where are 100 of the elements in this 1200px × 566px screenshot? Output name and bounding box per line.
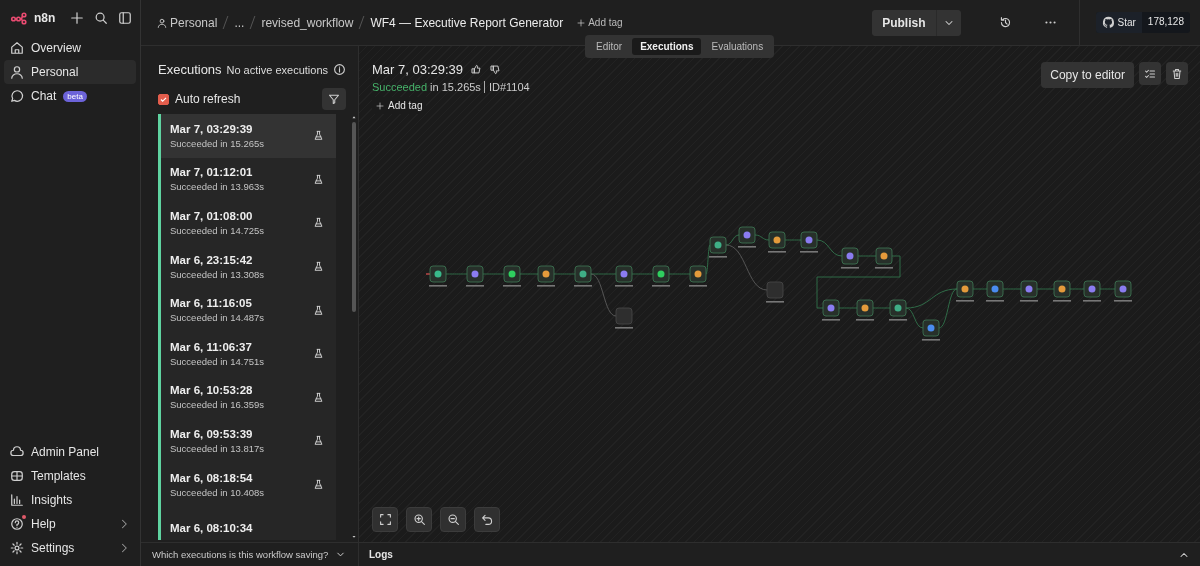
nav-item[interactable]: Personal <box>4 60 136 84</box>
plus-icon <box>577 18 586 27</box>
user-icon <box>157 17 167 28</box>
fit-icon <box>378 513 392 526</box>
filter-button[interactable] <box>322 88 346 110</box>
checklist-icon <box>1144 67 1156 80</box>
zoom-in-icon <box>412 513 426 526</box>
execution-status: Succeeded in 15.265s <box>170 137 265 149</box>
github-star-button[interactable]: Star 178,128 <box>1095 12 1190 33</box>
star-count: 178,128 <box>1146 15 1185 29</box>
execution-time: Mar 6, 08:10:34 <box>170 522 253 535</box>
execution-item[interactable]: Mar 6, 11:16:05 Succeeded in 14.487s <box>161 288 336 332</box>
check-icon <box>159 94 168 104</box>
execution-time: Mar 7, 01:08:00 <box>170 210 254 222</box>
view-tab[interactable]: Editor <box>588 38 631 55</box>
execution-summary: Succeeded in 15.265s ID#1104 <box>372 81 530 93</box>
zoom-out-icon <box>446 513 460 526</box>
add-tag-button[interactable]: Add tag <box>577 17 623 28</box>
nav-item[interactable]: Templates <box>4 464 136 488</box>
checkbox-label: Auto refresh <box>175 92 241 106</box>
flask-icon <box>313 391 324 403</box>
view-tab[interactable]: Executions <box>632 38 702 55</box>
search-icon[interactable] <box>94 11 108 25</box>
nav-item[interactable]: Insights <box>4 488 136 512</box>
nav-item[interactable]: Chat beta <box>4 84 136 108</box>
fit-view-button[interactable] <box>372 507 398 532</box>
plus-icon[interactable] <box>70 11 84 25</box>
settings-icon <box>10 541 24 555</box>
breadcrumb-link[interactable]: revised_workflow <box>261 15 354 30</box>
execution-item[interactable]: Mar 7, 01:12:01 Succeeded in 13.963s <box>161 157 336 202</box>
thumbs-up-icon[interactable] <box>471 64 483 75</box>
nav-item[interactable]: Settings <box>4 536 136 560</box>
cloud-icon <box>10 445 24 459</box>
zoom-in-button[interactable] <box>406 507 432 532</box>
execution-time: Mar 7, 03:29:39 <box>170 122 254 135</box>
execution-title: Mar 7, 03:29:39 <box>372 62 464 77</box>
help-icon <box>10 517 24 531</box>
execution-time: Mar 6, 23:15:42 <box>170 253 254 266</box>
auto-refresh-checkbox[interactable] <box>158 93 169 105</box>
logo-icon <box>8 10 30 26</box>
nav-item[interactable]: Overview <box>4 36 136 60</box>
flask-icon <box>313 217 324 229</box>
scroll-down-icon <box>351 534 357 540</box>
execution-time: Mar 6, 08:18:54 <box>170 471 254 484</box>
execution-item[interactable]: Mar 6, 08:18:54 Succeeded in 10.408s <box>161 462 336 507</box>
info-icon[interactable] <box>333 63 346 76</box>
sidebar-toggle-icon[interactable] <box>118 11 132 25</box>
execution-status: Succeeded in 16.359s <box>170 399 265 411</box>
workflow-title[interactable]: WF4 — Executive Report Generator <box>370 15 564 30</box>
publish-button[interactable]: Publish <box>872 9 937 36</box>
execution-time: Mar 6, 10:53:28 <box>170 384 254 397</box>
scrollbar-thumb[interactable] <box>352 122 356 312</box>
nav-item[interactable]: Admin Panel <box>4 440 136 464</box>
undo-icon <box>480 513 494 526</box>
breadcrumb-link[interactable]: ... <box>234 15 245 30</box>
logs-label: Logs <box>369 549 393 560</box>
history-icon[interactable] <box>998 16 1012 29</box>
zoom-out-button[interactable] <box>440 507 466 532</box>
panel-title: Executions <box>158 62 222 77</box>
home-icon <box>10 41 24 55</box>
chart-icon <box>10 493 24 507</box>
execution-status: Succeeded in 10.408s <box>170 486 265 498</box>
flask-icon <box>313 304 324 316</box>
breadcrumb-link[interactable]: Personal <box>157 15 218 30</box>
execution-time: Mar 6, 11:06:37 <box>170 340 253 353</box>
delete-button[interactable] <box>1166 62 1188 85</box>
plus-icon <box>376 101 384 110</box>
execution-status: Succeeded in 14.751s <box>170 355 265 367</box>
execution-item[interactable]: Mar 6, 08:10:34 <box>161 506 336 540</box>
chat-icon <box>10 89 24 103</box>
flask-icon <box>313 348 324 360</box>
flask-icon <box>313 130 324 142</box>
flask-icon <box>313 173 324 185</box>
execution-item[interactable]: Mar 6, 10:53:28 Succeeded in 16.359s <box>161 375 336 420</box>
checklist-button[interactable] <box>1139 62 1161 85</box>
execution-status: Succeeded in 13.817s <box>170 442 265 454</box>
logs-bar[interactable]: Logs <box>359 542 1200 566</box>
beta-badge: beta <box>63 90 87 102</box>
flask-icon <box>313 435 324 447</box>
execution-item[interactable]: Mar 7, 03:29:39 Succeeded in 15.265s <box>161 114 336 158</box>
execution-time: Mar 6, 11:16:05 <box>170 297 253 310</box>
view-tab[interactable]: Evaluations <box>703 38 772 55</box>
nav-item[interactable]: Help <box>4 512 136 536</box>
github-icon <box>1101 16 1115 29</box>
execution-item[interactable]: Mar 6, 23:15:42 Succeeded in 13.308s <box>161 244 336 289</box>
flask-icon <box>313 479 324 491</box>
add-tag-button[interactable]: Add tag <box>372 97 427 114</box>
execution-item[interactable]: Mar 6, 11:06:37 Succeeded in 14.751s <box>161 331 336 376</box>
execution-item[interactable]: Mar 7, 01:08:00 Succeeded in 14.725s <box>161 201 336 245</box>
template-icon <box>10 469 24 483</box>
scrollbar[interactable] <box>351 114 357 540</box>
thumbs-down-icon[interactable] <box>490 64 502 75</box>
user-icon <box>10 65 24 79</box>
flask-icon <box>313 261 324 273</box>
copy-to-editor-button[interactable]: Copy to editor <box>1041 62 1134 88</box>
execution-status: Succeeded in 13.308s <box>170 268 265 280</box>
execution-item[interactable]: Mar 6, 09:53:39 Succeeded in 13.817s <box>161 419 336 463</box>
saving-settings-dropdown[interactable]: Which executions is this workflow saving? <box>141 542 359 566</box>
undo-button[interactable] <box>474 507 500 532</box>
execution-status: Succeeded in 14.725s <box>170 225 265 236</box>
